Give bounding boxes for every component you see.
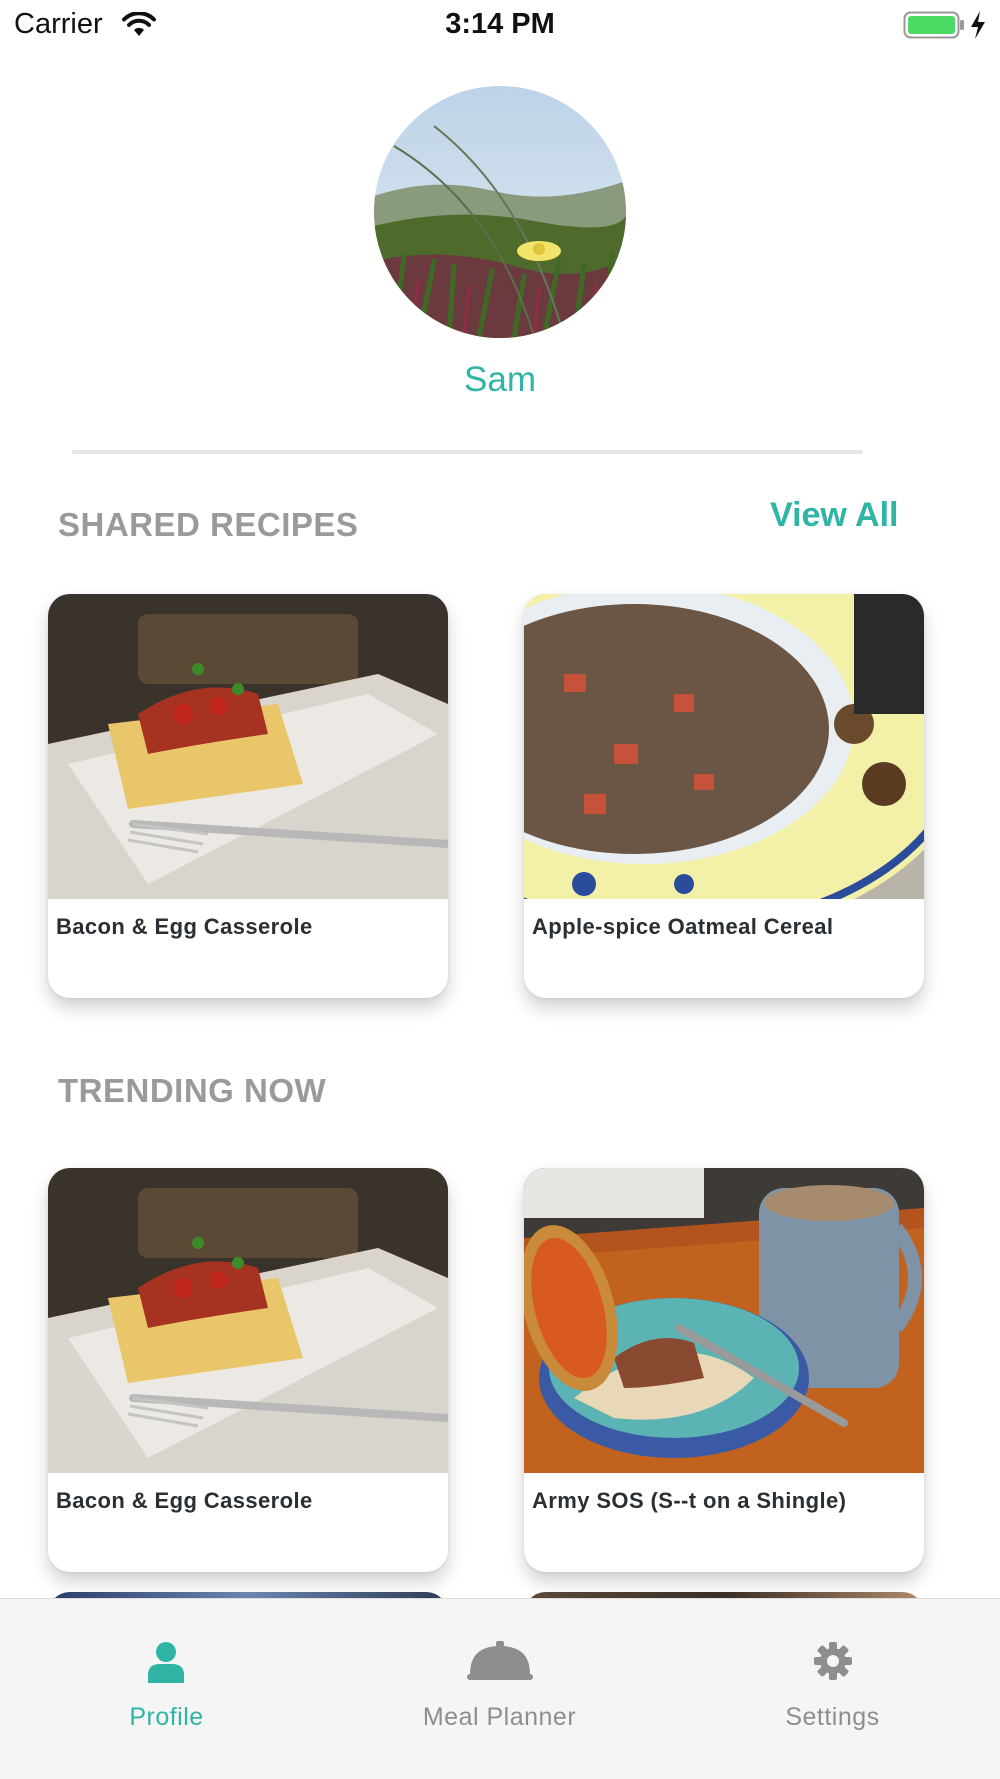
status-bar: Carrier 3:14 PM xyxy=(0,0,1000,50)
cloche-icon xyxy=(467,1641,533,1680)
recipe-image xyxy=(48,594,448,899)
charging-bolt-icon xyxy=(971,11,985,39)
tab-bar: Profile Meal Planner Settings xyxy=(0,1598,1000,1779)
tab-settings[interactable]: Settings xyxy=(666,1599,999,1779)
gear-icon xyxy=(814,1642,852,1680)
tab-label: Meal Planner xyxy=(422,1703,577,1731)
battery-icon xyxy=(903,11,964,39)
recipe-card[interactable]: Bacon & Egg Casserole xyxy=(48,594,448,998)
status-time: 3:14 PM xyxy=(445,8,555,40)
recipe-title: Army SOS (S--t on a Shingle) xyxy=(532,1488,847,1513)
recipe-title: Bacon & Egg Casserole xyxy=(56,1488,313,1513)
divider xyxy=(72,450,863,454)
section-title-trending-now: TRENDING NOW xyxy=(58,1072,327,1109)
profile-avatar[interactable] xyxy=(374,86,626,338)
avatar-photo xyxy=(374,86,626,338)
recipe-image xyxy=(524,594,924,899)
view-all-button[interactable]: View All xyxy=(770,496,899,535)
recipe-title: Bacon & Egg Casserole xyxy=(56,914,313,939)
tab-meal-planner[interactable]: Meal Planner xyxy=(333,1599,666,1779)
person-icon xyxy=(148,1642,184,1683)
tab-label: Profile xyxy=(129,1703,204,1731)
recipe-card[interactable]: Apple-spice Oatmeal Cereal xyxy=(524,594,924,998)
tab-profile[interactable]: Profile xyxy=(0,1599,333,1779)
recipe-image xyxy=(48,1168,448,1473)
recipe-image xyxy=(524,1168,924,1473)
recipe-title: Apple-spice Oatmeal Cereal xyxy=(532,914,834,939)
profile-name: Sam xyxy=(464,360,536,399)
tab-label: Settings xyxy=(785,1703,880,1731)
section-title-shared-recipes: SHARED RECIPES xyxy=(58,506,359,543)
recipe-card[interactable]: Army SOS (S--t on a Shingle) xyxy=(524,1168,924,1572)
recipe-card[interactable]: Bacon & Egg Casserole xyxy=(48,1168,448,1572)
